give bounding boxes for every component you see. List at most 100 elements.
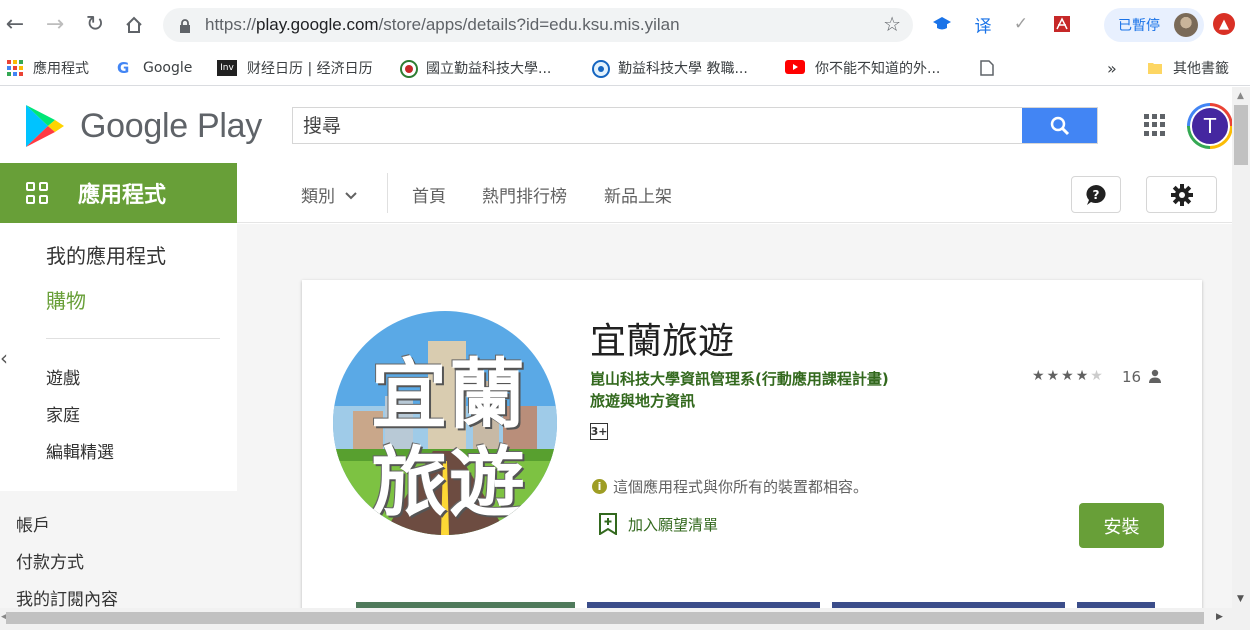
svg-text:?: ?	[1093, 188, 1100, 202]
sidebar-item-my-apps[interactable]: 我的應用程式	[46, 240, 166, 269]
bookmark-label: Google	[143, 60, 193, 76]
search-button[interactable]	[1022, 108, 1097, 143]
subnav-divider	[387, 173, 388, 213]
youtube-icon	[785, 60, 805, 76]
sidebar-item-games[interactable]: 遊戲	[46, 364, 80, 389]
chevron-down-icon	[345, 192, 358, 200]
apps-section-header[interactable]: 應用程式	[0, 163, 237, 223]
pdf-extension-icon[interactable]	[1049, 11, 1075, 37]
bookmark-add-icon	[599, 513, 617, 535]
sub-navigation: 類別 首頁 熱門排行榜 新品上架 ?	[237, 163, 1232, 223]
compatibility-notice: i 這個應用程式與你所有的裝置都相容。	[592, 476, 868, 497]
rating-count: 16	[1122, 368, 1142, 386]
bookmark-label: 國立勤益科技大學...	[426, 61, 552, 77]
bookmark-inv[interactable]: Inv 财经日历 | 经济日历	[217, 56, 373, 80]
star-icon: ★	[1046, 368, 1062, 384]
update-icon[interactable]: ▲	[1213, 13, 1235, 35]
categories-dropdown[interactable]: 類別	[301, 182, 358, 207]
profile-photo-icon	[1174, 13, 1198, 37]
account-item-account[interactable]: 帳戶	[16, 511, 50, 536]
play-wordmark: Google Play	[80, 106, 262, 145]
developer-link[interactable]: 崑山科技大學資訊管理系(行動應用課程計畫)	[590, 368, 889, 389]
app-icon: 宜 蘭 旅 遊	[333, 311, 557, 535]
scroll-right-icon[interactable]: ▶	[1216, 612, 1223, 622]
page-icon	[980, 60, 996, 76]
avatar-letter: T	[1190, 106, 1230, 146]
back-icon[interactable]: ←	[2, 12, 28, 38]
play-logo[interactable]: Google Play	[24, 103, 262, 149]
play-triangle-icon	[26, 105, 64, 147]
section-title: 應用程式	[78, 183, 167, 208]
check-extension-icon[interactable]: ✓	[1008, 11, 1034, 37]
address-bar[interactable]: https://play.google.com/store/apps/detai…	[163, 8, 913, 42]
bookmark-page[interactable]	[980, 56, 1006, 80]
inv-icon: Inv	[217, 60, 237, 76]
horizontal-scroll-thumb[interactable]	[6, 612, 1204, 624]
bookmarks-bar: 應用程式 G Google Inv 财经日历 | 经济日历 國立勤益科技大學..…	[0, 50, 1250, 86]
tab-new-releases[interactable]: 新品上架	[604, 182, 672, 207]
bookmark-label: 你不能不知道的外...	[815, 61, 941, 77]
home-icon[interactable]	[121, 12, 147, 38]
bookmark-ncut[interactable]: 國立勤益科技大學...	[400, 56, 551, 80]
app-title: 宜蘭旅遊	[590, 321, 735, 362]
search-input[interactable]	[293, 108, 1022, 143]
collapse-sidebar-icon[interactable]: ‹	[0, 346, 8, 370]
account-avatar[interactable]: T	[1187, 103, 1233, 149]
translate-extension-icon[interactable]: 译	[970, 11, 996, 37]
settings-button[interactable]	[1146, 176, 1217, 213]
folder-icon	[1147, 60, 1163, 76]
content-rating-badge[interactable]: 3+	[590, 423, 608, 440]
star-icon: ★	[1032, 368, 1047, 384]
profile-paused-chip[interactable]: 已暫停	[1104, 8, 1204, 42]
star-rating: ★★★★★	[1032, 368, 1105, 384]
vertical-scroll-thumb[interactable]	[1234, 105, 1248, 165]
url-text: https://play.google.com/store/apps/detai…	[205, 15, 680, 34]
star-icon: ★	[1061, 368, 1076, 384]
bookmark-apps[interactable]: 應用程式	[7, 56, 89, 80]
reload-icon[interactable]: ↻	[82, 12, 108, 38]
other-bookmarks[interactable]: 其他書籤	[1147, 56, 1229, 80]
tab-home[interactable]: 首頁	[412, 182, 446, 207]
genre-link[interactable]: 旅遊與地方資訊	[590, 390, 695, 411]
lock-icon	[179, 18, 191, 33]
bookmark-google[interactable]: G Google	[117, 56, 192, 80]
sidebar: 我的應用程式 購物 遊戲 家庭 編輯精選	[17, 223, 237, 491]
play-header: Google Play T	[0, 87, 1233, 163]
bookmarks-overflow[interactable]: »	[1107, 56, 1117, 80]
browser-toolbar: ← → ↻ https://play.google.com/store/apps…	[0, 0, 1250, 50]
install-button[interactable]: 安裝	[1079, 503, 1164, 548]
bookmark-label: 應用程式	[33, 61, 89, 77]
bookmark-label: 财经日历 | 经济日历	[247, 61, 373, 77]
help-button[interactable]: ?	[1071, 176, 1121, 213]
account-item-subscriptions[interactable]: 我的訂閱內容	[16, 585, 118, 610]
bookmark-ncut-staff[interactable]: 勤益科技大學 教職...	[592, 56, 748, 80]
gear-icon	[1170, 183, 1193, 206]
person-icon	[1149, 369, 1161, 383]
bookmark-star-icon[interactable]: ☆	[883, 12, 901, 36]
search-box	[292, 107, 1098, 144]
google-icon: G	[117, 59, 130, 77]
google-apps-icon[interactable]	[1144, 114, 1166, 136]
bookmark-youtube[interactable]: 你不能不知道的外...	[785, 56, 940, 80]
extension-cap-icon[interactable]	[929, 11, 955, 37]
categories-label: 類別	[301, 187, 335, 207]
scroll-down-icon[interactable]: ▼	[1237, 594, 1244, 604]
compatibility-text: 這個應用程式與你所有的裝置都相容。	[613, 478, 869, 496]
help-icon: ?	[1086, 184, 1106, 205]
sidebar-item-editors-choice[interactable]: 編輯精選	[46, 438, 114, 463]
vertical-scrollbar[interactable]: ▲ ▼	[1232, 87, 1250, 608]
account-item-payment[interactable]: 付款方式	[16, 548, 84, 573]
star-icon: ★	[1090, 368, 1105, 384]
search-icon	[1050, 116, 1069, 135]
add-to-wishlist-button[interactable]: 加入願望清單	[598, 513, 718, 535]
scroll-up-icon[interactable]: ▲	[1237, 91, 1244, 101]
icon-char: 旅	[371, 438, 447, 527]
wishlist-label: 加入願望清單	[628, 515, 719, 534]
forward-icon[interactable]: →	[42, 12, 68, 38]
info-icon: i	[592, 479, 607, 494]
tab-top-charts[interactable]: 熱門排行榜	[482, 182, 567, 207]
star-icon: ★	[1075, 368, 1091, 384]
sidebar-item-family[interactable]: 家庭	[46, 401, 80, 426]
horizontal-scrollbar[interactable]: ◀ ▶	[0, 608, 1250, 630]
sidebar-item-shop[interactable]: 購物	[46, 285, 86, 314]
